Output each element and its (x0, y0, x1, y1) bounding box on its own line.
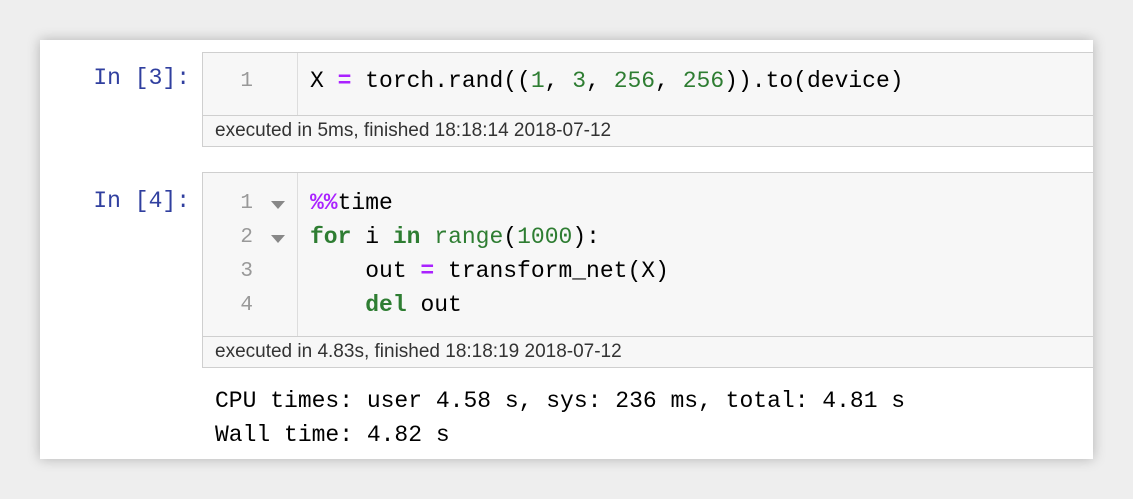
code-token: 1000 (517, 224, 573, 250)
cell-4-prompt: In [4]: (93, 188, 190, 214)
code-token: in (392, 224, 421, 250)
code-token: range (434, 224, 504, 250)
line-number: 2 (240, 226, 253, 249)
cell-output-line: CPU times: user 4.58 s, sys: 236 ms, tot… (215, 388, 906, 414)
code-token: del (365, 292, 407, 318)
execution-info: executed in 5ms, finished 18:18:14 2018-… (203, 115, 1093, 146)
code-token: out (406, 292, 462, 318)
code-token: , (544, 68, 573, 94)
code-cell-4[interactable]: 1 2 3 4 %%time for i in range(1000): out… (202, 172, 1093, 368)
line-number: 1 (240, 192, 253, 215)
execution-info: executed in 4.83s, finished 18:18:19 201… (203, 336, 1093, 367)
line-number-gutter: 1 2 3 4 (203, 173, 298, 336)
code-token: )).to(device) (724, 68, 904, 94)
fold-arrow-icon[interactable] (271, 201, 285, 209)
code-token: time (337, 190, 393, 216)
code-token: torch.rand(( (351, 68, 531, 94)
fold-arrow-icon[interactable] (271, 235, 285, 243)
code-token: , (655, 68, 683, 94)
code-line[interactable]: %%time (310, 187, 393, 220)
code-line[interactable]: for i in range(1000): (310, 221, 600, 254)
cell-3-prompt: In [3]: (93, 65, 190, 91)
code-token: 1 (530, 68, 545, 94)
code-token: = (420, 258, 435, 284)
code-token: , (586, 68, 614, 94)
code-token: ( (503, 224, 518, 250)
code-token: %% (310, 190, 338, 216)
code-cell-3[interactable]: 1 X = torch.rand((1, 3, 256, 256)).to(de… (202, 52, 1093, 147)
line-number-gutter: 1 (203, 53, 298, 115)
code-token: i (351, 224, 393, 250)
code-token: transform_net(X) (434, 258, 669, 284)
code-token: X (310, 68, 338, 94)
code-token: 256 (613, 68, 656, 94)
notebook: In [3]: 1 X = torch.rand((1, 3, 256, 256… (40, 40, 1093, 459)
cell-output-line: Wall time: 4.82 s (215, 422, 450, 448)
line-number: 3 (240, 260, 253, 283)
code-line[interactable]: del out (310, 289, 462, 322)
code-token: out (310, 258, 421, 284)
code-line[interactable]: X = torch.rand((1, 3, 256, 256)).to(devi… (310, 65, 904, 98)
code-editor[interactable]: %%time for i in range(1000): out = trans… (298, 173, 1093, 336)
code-token: = (337, 68, 352, 94)
code-token: 256 (682, 68, 725, 94)
code-token: 3 (572, 68, 587, 94)
line-number: 1 (240, 70, 253, 93)
code-editor[interactable]: X = torch.rand((1, 3, 256, 256)).to(devi… (298, 53, 1093, 115)
code-line[interactable]: out = transform_net(X) (310, 255, 669, 288)
line-number: 4 (240, 294, 253, 317)
code-token: for (310, 224, 352, 250)
code-token: ): (572, 224, 600, 250)
